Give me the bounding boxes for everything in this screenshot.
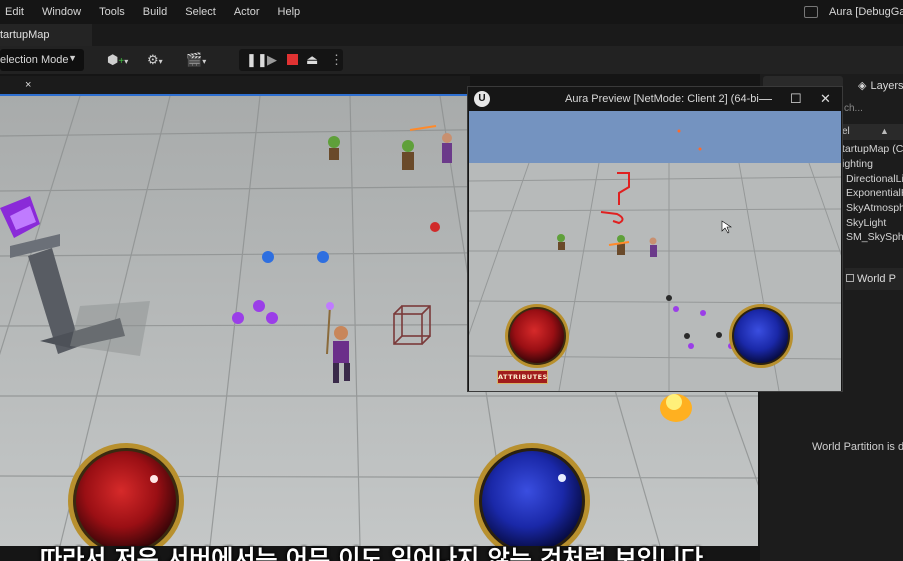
- source-control-icon[interactable]: [804, 6, 818, 18]
- world-partition-icon: [846, 274, 854, 282]
- viewport-tab-bar: ×: [0, 76, 470, 96]
- world-partition-tab-label: World P: [857, 273, 896, 285]
- document-tab-row: tartupMap: [0, 24, 903, 46]
- outliner-row-directional-light[interactable]: DirectionalLi: [842, 173, 903, 188]
- fire-effect: [660, 394, 692, 422]
- menu-window[interactable]: Window: [33, 6, 90, 18]
- outliner-row-sky-light[interactable]: SkyLight: [842, 217, 903, 232]
- menu-bar: Edit Window Tools Build Select Actor Hel…: [0, 0, 903, 24]
- outliner-row-map[interactable]: tartupMap (Clie: [842, 143, 903, 158]
- outliner-search-input[interactable]: ch...: [844, 100, 903, 118]
- play-icon[interactable]: ▶: [267, 52, 277, 68]
- app-title: Aura [DebugGam: [829, 6, 903, 18]
- close-button[interactable]: ✕: [820, 91, 831, 107]
- menu-edit[interactable]: Edit: [0, 6, 33, 18]
- close-icon[interactable]: ×: [25, 79, 31, 91]
- outliner-column-header[interactable]: el ▲: [842, 124, 903, 140]
- attributes-button[interactable]: ATTRIBUTES: [497, 370, 548, 384]
- outliner-row-exponential-fog[interactable]: ExponentialH: [842, 187, 903, 202]
- menu-build[interactable]: Build: [134, 6, 176, 18]
- tab-world-partition[interactable]: World P: [845, 268, 903, 290]
- outliner-row-sky-sphere[interactable]: SM_SkySphe: [842, 231, 903, 246]
- chevron-down-icon: ▼: [68, 53, 77, 63]
- unreal-editor-window: { "menubar": { "items": ["Edit", "Window…: [0, 0, 903, 561]
- preview-health-globe: [505, 304, 569, 368]
- unreal-logo-icon: U: [474, 91, 490, 107]
- menu-tools[interactable]: Tools: [90, 6, 134, 18]
- tab-layers[interactable]: ◈ Layers: [858, 76, 903, 94]
- eject-icon[interactable]: ⏏: [306, 52, 318, 68]
- outliner-row-sky-atmosphere[interactable]: SkyAtmosph: [842, 202, 903, 217]
- preview-window: U Aura Preview [NetMode: Client 2] (64-b…: [467, 86, 843, 392]
- preview-game-view[interactable]: ATTRIBUTES: [469, 111, 841, 391]
- sort-arrow-icon: ▲: [880, 126, 889, 136]
- menu-actor[interactable]: Actor: [225, 6, 269, 18]
- pause-icon[interactable]: ❚❚: [246, 52, 268, 68]
- preview-mana-globe: [729, 304, 793, 368]
- subtitle-text: 따라서 저은 서버에서는 어무 이도 일어나지 않는 것처럼 보입니다: [40, 545, 704, 561]
- menu-help[interactable]: Help: [269, 6, 310, 18]
- world-partition-status: World Partition is dis: [812, 441, 903, 453]
- selection-mode-dropdown[interactable]: election Mode ▼: [0, 49, 84, 71]
- preview-scene: [469, 111, 841, 391]
- video-subtitle: 따라서 저은 서버에서는 어무 이도 일어나지 않는 것처럼 보입니다: [0, 544, 903, 561]
- outliner-row-lighting[interactable]: ighting: [842, 158, 903, 173]
- minimize-button[interactable]: —: [759, 91, 772, 107]
- more-options-icon[interactable]: ⋮: [330, 52, 343, 68]
- add-actor-icon[interactable]: ⬢+▾: [107, 53, 128, 69]
- preview-titlebar[interactable]: U Aura Preview [NetMode: Client 2] (64-b…: [468, 87, 842, 111]
- menu-select[interactable]: Select: [176, 6, 225, 18]
- cinematics-icon[interactable]: 🎬▾: [186, 53, 206, 69]
- blueprint-icon[interactable]: ⚙▾: [147, 53, 163, 69]
- tab-startup-map[interactable]: tartupMap: [0, 24, 92, 46]
- preview-title: Aura Preview [NetMode: Client 2] (64-bi: [565, 93, 759, 105]
- play-controls: ❚❚ ▶ ⏏ ⋮: [239, 49, 343, 71]
- stop-icon[interactable]: [287, 53, 298, 69]
- selection-mode-label: election Mode: [0, 54, 69, 66]
- maximize-button[interactable]: ☐: [790, 91, 802, 107]
- main-toolbar: election Mode ▼ ⬢+▾ ⚙▾ 🎬▾ ❚❚ ▶ ⏏ ⋮: [0, 46, 903, 74]
- layers-icon: ◈: [858, 80, 867, 92]
- layers-label: Layers: [870, 80, 903, 92]
- outliner-column-label: el: [842, 126, 850, 137]
